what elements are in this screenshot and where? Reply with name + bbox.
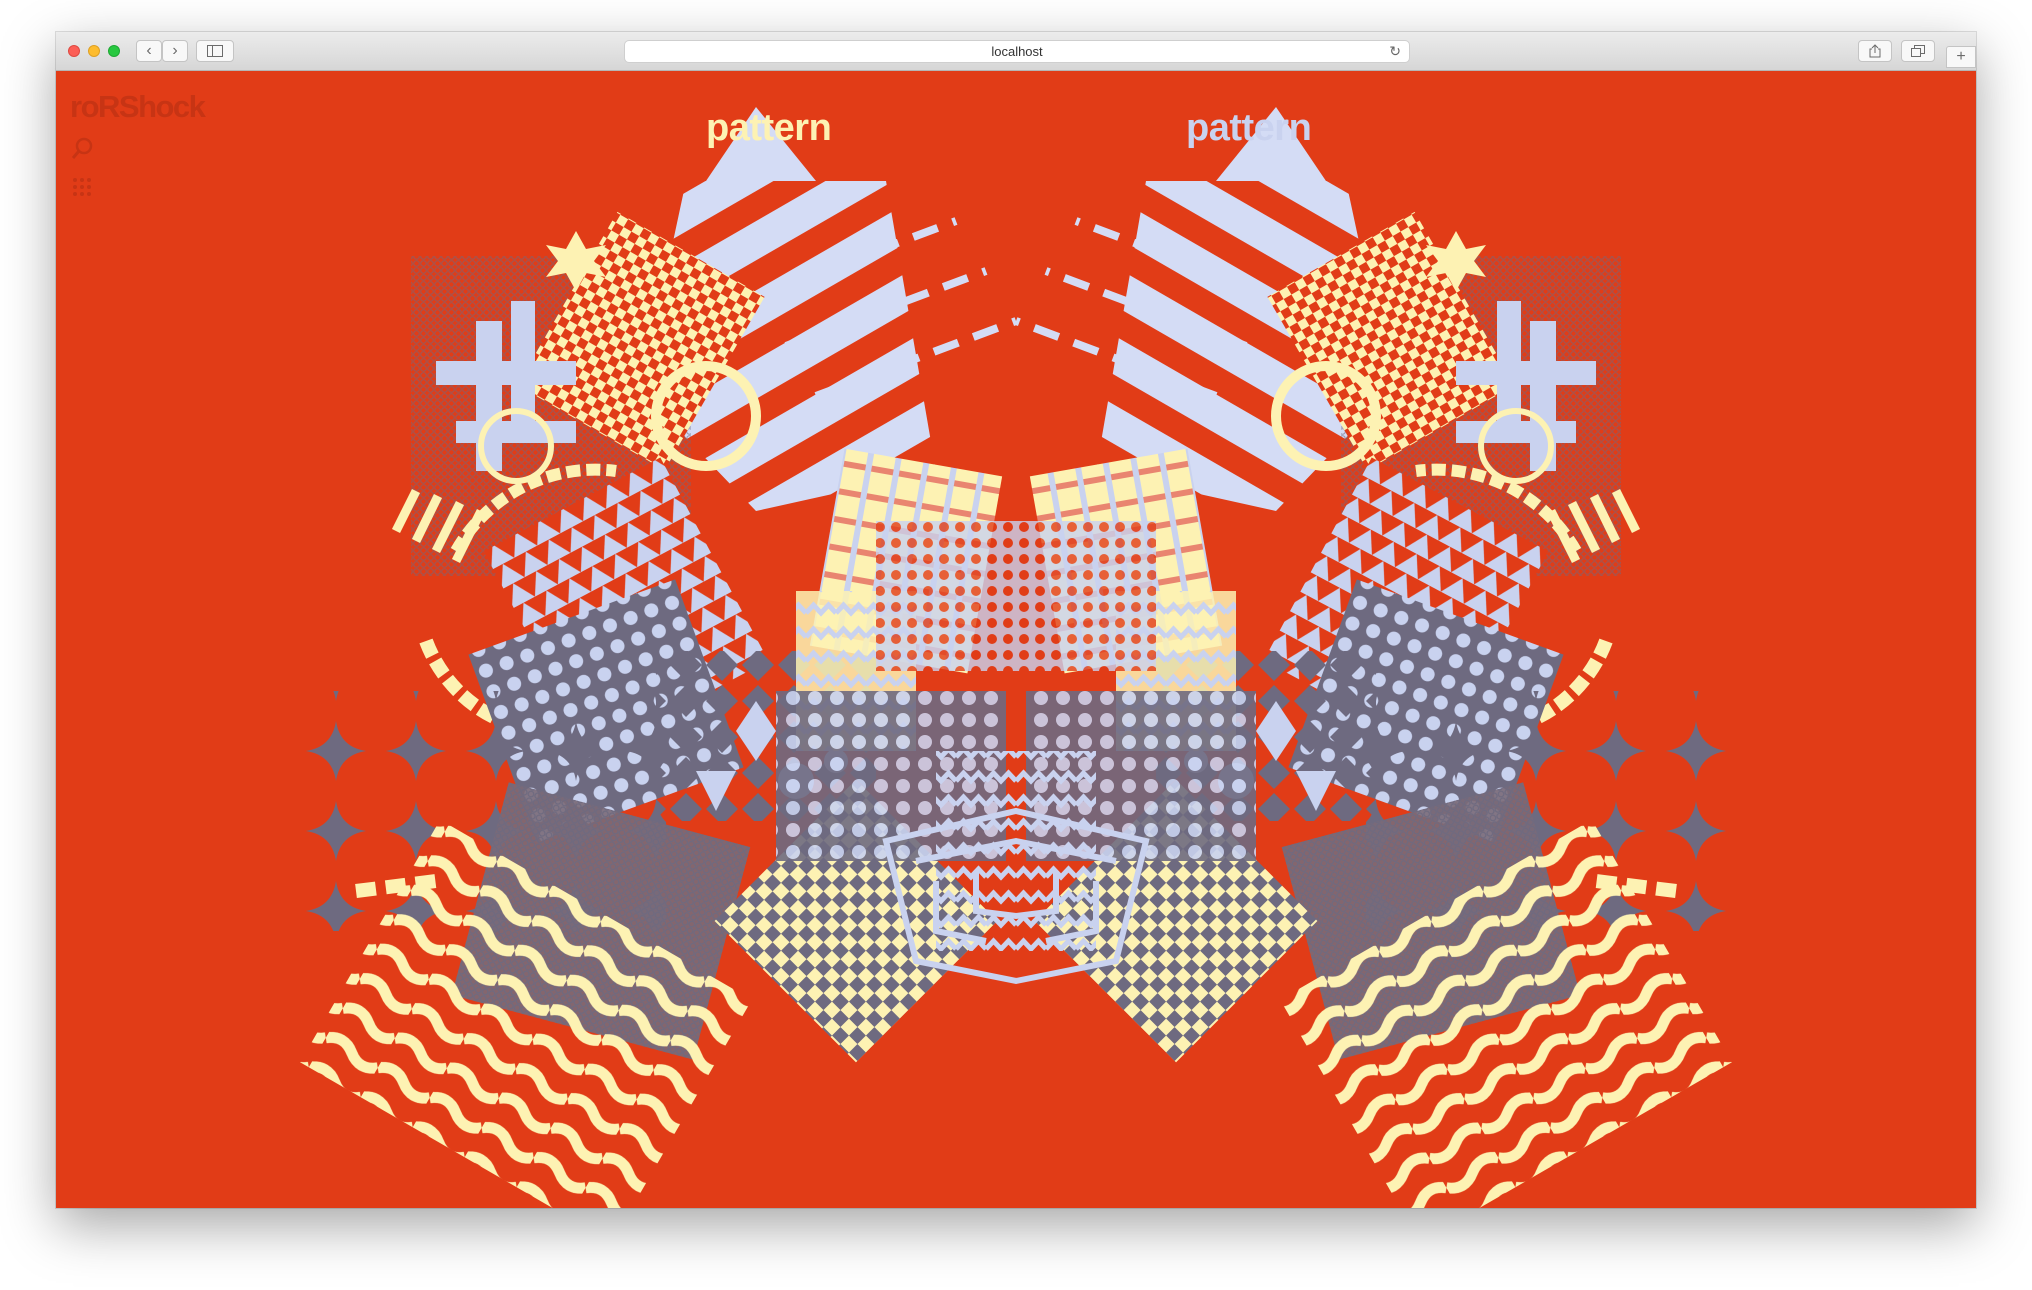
pattern-title-right: pattern: [1186, 107, 1312, 149]
pattern-title-left: pattern: [706, 107, 832, 149]
share-icon: [1869, 44, 1881, 58]
forward-button[interactable]: ›: [162, 40, 188, 62]
browser-toolbar: ‹ › localhost ↻ +: [56, 32, 1976, 71]
minimize-window-button[interactable]: [88, 45, 100, 57]
share-button[interactable]: [1858, 40, 1892, 62]
close-window-button[interactable]: [68, 45, 80, 57]
sidebar-icon: [207, 45, 223, 57]
tabs-overview-button[interactable]: [1901, 40, 1935, 62]
url-text: localhost: [991, 44, 1043, 59]
back-button[interactable]: ‹: [136, 40, 162, 62]
browser-window: ‹ › localhost ↻ + roRShock pattern patte…: [56, 32, 1976, 1208]
new-tab-button[interactable]: +: [1946, 46, 1976, 68]
site-logo[interactable]: roRShock: [70, 89, 206, 125]
grid-menu-icon[interactable]: [72, 177, 94, 197]
address-bar[interactable]: localhost ↻: [624, 40, 1410, 63]
reload-icon[interactable]: ↻: [1389, 41, 1401, 62]
sidebar-toggle-button[interactable]: [196, 40, 234, 62]
search-icon[interactable]: [72, 137, 94, 161]
zoom-window-button[interactable]: [108, 45, 120, 57]
rorschach-pattern-artwork: [56, 71, 1976, 1208]
page-content: roRShock pattern pattern: [56, 71, 1976, 1208]
tabs-icon: [1911, 45, 1925, 57]
